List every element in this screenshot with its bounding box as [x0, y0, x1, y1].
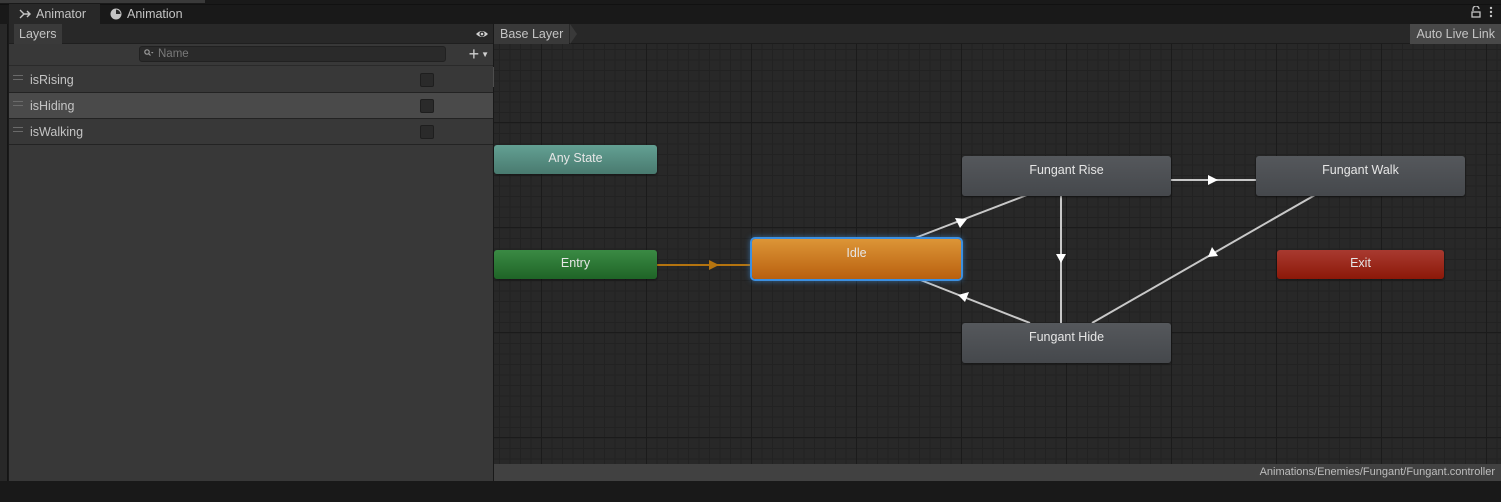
parameter-checkbox[interactable]	[420, 125, 434, 139]
state-label: Entry	[560, 256, 591, 270]
search-icon	[144, 49, 154, 59]
lock-icon[interactable]	[1471, 5, 1481, 21]
asset-path: Animations/Enemies/Fungant/Fungant.contr…	[1259, 466, 1495, 478]
top-strip	[0, 0, 205, 3]
tab-animator[interactable]: Animator	[9, 4, 100, 24]
search-row: + ▼	[9, 44, 493, 66]
tab-layers[interactable]: Layers	[14, 24, 62, 44]
state-node-exit[interactable]: Exit	[1277, 250, 1444, 279]
state-label: Exit	[1350, 256, 1371, 270]
parameters-panel: Layers Parameters + ▼ isRising	[9, 24, 546, 481]
state-node-idle[interactable]: Idle	[752, 239, 961, 279]
clock-icon	[110, 8, 122, 20]
animator-window: Animator Animation Layers Parameters	[0, 0, 1501, 502]
eye-icon[interactable]	[475, 27, 489, 41]
state-node-any-state[interactable]: Any State	[494, 145, 657, 174]
breadcrumb-arrow	[570, 24, 577, 44]
animator-icon	[19, 8, 31, 20]
state-label: Idle	[846, 246, 867, 260]
drag-handle-icon[interactable]	[13, 101, 23, 106]
add-parameter-button[interactable]: + ▼	[469, 45, 489, 63]
state-node-entry[interactable]: Entry	[494, 250, 657, 279]
parameter-checkbox[interactable]	[420, 99, 434, 113]
parameter-name[interactable]: isHiding	[30, 99, 74, 113]
state-label: Any State	[548, 151, 603, 165]
parameter-name[interactable]: isRising	[30, 73, 74, 87]
breadcrumb-base-layer[interactable]: Base Layer	[494, 24, 570, 44]
tab-animation[interactable]: Animation	[100, 4, 193, 24]
state-node-fungant-rise[interactable]: Fungant Rise	[962, 156, 1171, 196]
drag-handle-icon[interactable]	[13, 127, 23, 132]
window-controls	[1471, 5, 1493, 21]
state-node-fungant-hide[interactable]: Fungant Hide	[962, 323, 1171, 363]
auto-live-link-button[interactable]: Auto Live Link	[1410, 24, 1501, 44]
left-edge-panel	[0, 24, 8, 481]
search-input[interactable]	[158, 48, 438, 60]
plus-icon: +	[468, 44, 480, 64]
bottom-bar	[0, 481, 1501, 502]
drag-handle-icon[interactable]	[13, 75, 23, 80]
window-tab-bar	[0, 4, 1501, 24]
state-node-fungant-walk[interactable]: Fungant Walk	[1256, 156, 1465, 196]
tab-label: Animator	[36, 7, 87, 21]
parameter-row-iswalking[interactable]: isWalking	[9, 119, 493, 145]
caret-down-icon: ▼	[481, 49, 489, 59]
parameter-row-ishiding[interactable]: isHiding	[9, 93, 493, 119]
state-label: Fungant Rise	[1029, 163, 1104, 177]
parameter-search-field[interactable]	[139, 46, 446, 62]
kebab-menu-icon[interactable]	[1489, 6, 1493, 21]
parameter-row-isrising[interactable]: isRising	[9, 67, 493, 93]
panel-tabs: Layers Parameters	[9, 24, 546, 87]
state-label: Fungant Hide	[1028, 330, 1105, 344]
tab-label: Animation	[127, 7, 183, 21]
status-bar: Animations/Enemies/Fungant/Fungant.contr…	[494, 464, 1501, 481]
parameter-checkbox[interactable]	[420, 73, 434, 87]
parameter-list: isRising isHiding isWalking	[9, 67, 493, 145]
state-label: Fungant Walk	[1322, 163, 1399, 177]
graph-header: Base Layer Auto Live Link	[494, 24, 1501, 44]
parameter-name[interactable]: isWalking	[30, 125, 83, 139]
